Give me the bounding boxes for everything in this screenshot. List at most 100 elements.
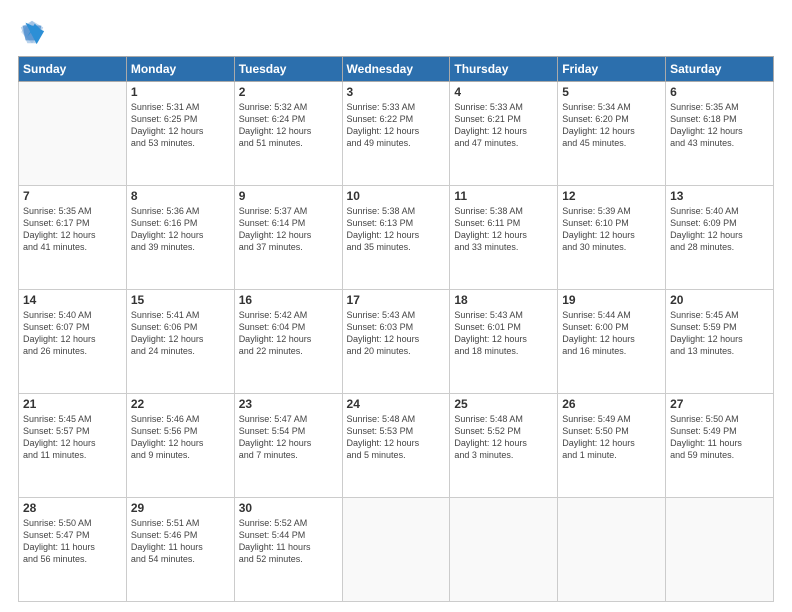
day-number: 16 bbox=[239, 293, 338, 307]
logo-icon bbox=[18, 18, 46, 46]
day-info: Sunrise: 5:40 AMSunset: 6:07 PMDaylight:… bbox=[23, 309, 122, 358]
day-number: 13 bbox=[670, 189, 769, 203]
day-number: 9 bbox=[239, 189, 338, 203]
day-number: 19 bbox=[562, 293, 661, 307]
day-number: 3 bbox=[347, 85, 446, 99]
day-number: 8 bbox=[131, 189, 230, 203]
calendar-day-cell: 21 Sunrise: 5:45 AMSunset: 5:57 PMDayligh… bbox=[19, 394, 127, 498]
day-info: Sunrise: 5:47 AMSunset: 5:54 PMDaylight:… bbox=[239, 413, 338, 462]
day-number: 29 bbox=[131, 501, 230, 515]
day-info: Sunrise: 5:33 AMSunset: 6:21 PMDaylight:… bbox=[454, 101, 553, 150]
calendar-day-cell: 28Sunrise: 5:50 AMSunset: 5:47 PMDayligh… bbox=[19, 498, 127, 602]
day-of-week-header: Monday bbox=[126, 57, 234, 82]
day-number: 1 bbox=[131, 85, 230, 99]
header bbox=[18, 18, 774, 46]
day-number: 25 bbox=[454, 397, 553, 411]
day-info: Sunrise: 5:43 AMSunset: 6:01 PMDaylight:… bbox=[454, 309, 553, 358]
day-number: 10 bbox=[347, 189, 446, 203]
day-info: Sunrise: 5:48 AMSunset: 5:53 PMDaylight:… bbox=[347, 413, 446, 462]
day-info: Sunrise: 5:39 AMSunset: 6:10 PMDaylight:… bbox=[562, 205, 661, 254]
calendar-day-cell: 15 Sunrise: 5:41 AMSunset: 6:06 PMDayligh… bbox=[126, 290, 234, 394]
day-info: Sunrise: 5:52 AMSunset: 5:44 PMDaylight:… bbox=[239, 517, 338, 566]
calendar-day-cell bbox=[19, 82, 127, 186]
day-number: 21 bbox=[23, 397, 122, 411]
day-of-week-header: Tuesday bbox=[234, 57, 342, 82]
day-number: 17 bbox=[347, 293, 446, 307]
day-number: 30 bbox=[239, 501, 338, 515]
calendar-day-cell: 20 Sunrise: 5:45 AMSunset: 5:59 PMDayligh… bbox=[666, 290, 774, 394]
calendar-day-cell: 29Sunrise: 5:51 AMSunset: 5:46 PMDayligh… bbox=[126, 498, 234, 602]
day-info: Sunrise: 5:45 AMSunset: 5:59 PMDaylight:… bbox=[670, 309, 769, 358]
day-info: Sunrise: 5:36 AMSunset: 6:16 PMDaylight:… bbox=[131, 205, 230, 254]
day-info: Sunrise: 5:48 AMSunset: 5:52 PMDaylight:… bbox=[454, 413, 553, 462]
day-of-week-header: Wednesday bbox=[342, 57, 450, 82]
day-info: Sunrise: 5:35 AMSunset: 6:17 PMDaylight:… bbox=[23, 205, 122, 254]
calendar-day-cell: 30 Sunrise: 5:52 AMSunset: 5:44 PMDayligh… bbox=[234, 498, 342, 602]
day-number: 7 bbox=[23, 189, 122, 203]
day-number: 14 bbox=[23, 293, 122, 307]
day-number: 23 bbox=[239, 397, 338, 411]
day-of-week-header: Thursday bbox=[450, 57, 558, 82]
calendar-day-cell: 3Sunrise: 5:33 AMSunset: 6:22 PMDaylight… bbox=[342, 82, 450, 186]
day-of-week-header: Saturday bbox=[666, 57, 774, 82]
calendar-table: SundayMondayTuesdayWednesdayThursdayFrid… bbox=[18, 56, 774, 602]
day-info: Sunrise: 5:44 AMSunset: 6:00 PMDaylight:… bbox=[562, 309, 661, 358]
calendar-header-row: SundayMondayTuesdayWednesdayThursdayFrid… bbox=[19, 57, 774, 82]
calendar-day-cell: 27 Sunrise: 5:50 AMSunset: 5:49 PMDayligh… bbox=[666, 394, 774, 498]
calendar-day-cell: 7 Sunrise: 5:35 AMSunset: 6:17 PMDaylight… bbox=[19, 186, 127, 290]
day-info: Sunrise: 5:50 AMSunset: 5:49 PMDaylight:… bbox=[670, 413, 769, 462]
logo bbox=[18, 18, 48, 46]
day-info: Sunrise: 5:42 AMSunset: 6:04 PMDaylight:… bbox=[239, 309, 338, 358]
day-number: 22 bbox=[131, 397, 230, 411]
day-number: 11 bbox=[454, 189, 553, 203]
calendar-day-cell: 22 Sunrise: 5:46 AMSunset: 5:56 PMDayligh… bbox=[126, 394, 234, 498]
day-number: 26 bbox=[562, 397, 661, 411]
day-info: Sunrise: 5:40 AMSunset: 6:09 PMDaylight:… bbox=[670, 205, 769, 254]
calendar-day-cell: 2 Sunrise: 5:32 AMSunset: 6:24 PMDaylight… bbox=[234, 82, 342, 186]
day-number: 15 bbox=[131, 293, 230, 307]
day-info: Sunrise: 5:37 AMSunset: 6:14 PMDaylight:… bbox=[239, 205, 338, 254]
calendar-day-cell: 10 Sunrise: 5:38 AMSunset: 6:13 PMDayligh… bbox=[342, 186, 450, 290]
calendar-day-cell: 5 Sunrise: 5:34 AMSunset: 6:20 PMDaylight… bbox=[558, 82, 666, 186]
calendar-day-cell: 24 Sunrise: 5:48 AMSunset: 5:53 PMDayligh… bbox=[342, 394, 450, 498]
calendar-day-cell: 25 Sunrise: 5:48 AMSunset: 5:52 PMDayligh… bbox=[450, 394, 558, 498]
calendar-week-row: 1 Sunrise: 5:31 AMSunset: 6:25 PMDaylight… bbox=[19, 82, 774, 186]
calendar-day-cell: 17 Sunrise: 5:43 AMSunset: 6:03 PMDayligh… bbox=[342, 290, 450, 394]
day-number: 28 bbox=[23, 501, 122, 515]
day-number: 12 bbox=[562, 189, 661, 203]
day-info: Sunrise: 5:38 AMSunset: 6:13 PMDaylight:… bbox=[347, 205, 446, 254]
day-number: 4 bbox=[454, 85, 553, 99]
day-number: 24 bbox=[347, 397, 446, 411]
calendar-day-cell: 9 Sunrise: 5:37 AMSunset: 6:14 PMDaylight… bbox=[234, 186, 342, 290]
day-info: Sunrise: 5:45 AMSunset: 5:57 PMDaylight:… bbox=[23, 413, 122, 462]
calendar-day-cell: 1 Sunrise: 5:31 AMSunset: 6:25 PMDaylight… bbox=[126, 82, 234, 186]
day-info: Sunrise: 5:46 AMSunset: 5:56 PMDaylight:… bbox=[131, 413, 230, 462]
calendar-day-cell: 11Sunrise: 5:38 AMSunset: 6:11 PMDayligh… bbox=[450, 186, 558, 290]
day-info: Sunrise: 5:43 AMSunset: 6:03 PMDaylight:… bbox=[347, 309, 446, 358]
day-of-week-header: Sunday bbox=[19, 57, 127, 82]
calendar-day-cell bbox=[342, 498, 450, 602]
day-info: Sunrise: 5:31 AMSunset: 6:25 PMDaylight:… bbox=[131, 101, 230, 150]
page: SundayMondayTuesdayWednesdayThursdayFrid… bbox=[0, 0, 792, 612]
calendar-day-cell: 26Sunrise: 5:49 AMSunset: 5:50 PMDayligh… bbox=[558, 394, 666, 498]
day-number: 18 bbox=[454, 293, 553, 307]
day-info: Sunrise: 5:32 AMSunset: 6:24 PMDaylight:… bbox=[239, 101, 338, 150]
calendar-week-row: 14 Sunrise: 5:40 AMSunset: 6:07 PMDayligh… bbox=[19, 290, 774, 394]
calendar-day-cell bbox=[558, 498, 666, 602]
calendar-week-row: 7 Sunrise: 5:35 AMSunset: 6:17 PMDaylight… bbox=[19, 186, 774, 290]
calendar-day-cell: 16 Sunrise: 5:42 AMSunset: 6:04 PMDayligh… bbox=[234, 290, 342, 394]
day-number: 2 bbox=[239, 85, 338, 99]
calendar-day-cell: 23 Sunrise: 5:47 AMSunset: 5:54 PMDayligh… bbox=[234, 394, 342, 498]
calendar-week-row: 21 Sunrise: 5:45 AMSunset: 5:57 PMDayligh… bbox=[19, 394, 774, 498]
day-number: 5 bbox=[562, 85, 661, 99]
calendar-day-cell: 13 Sunrise: 5:40 AMSunset: 6:09 PMDayligh… bbox=[666, 186, 774, 290]
day-number: 20 bbox=[670, 293, 769, 307]
day-of-week-header: Friday bbox=[558, 57, 666, 82]
calendar-day-cell: 19 Sunrise: 5:44 AMSunset: 6:00 PMDayligh… bbox=[558, 290, 666, 394]
calendar-day-cell bbox=[450, 498, 558, 602]
day-info: Sunrise: 5:41 AMSunset: 6:06 PMDaylight:… bbox=[131, 309, 230, 358]
day-number: 27 bbox=[670, 397, 769, 411]
day-info: Sunrise: 5:34 AMSunset: 6:20 PMDaylight:… bbox=[562, 101, 661, 150]
calendar-week-row: 28Sunrise: 5:50 AMSunset: 5:47 PMDayligh… bbox=[19, 498, 774, 602]
calendar-day-cell: 18 Sunrise: 5:43 AMSunset: 6:01 PMDayligh… bbox=[450, 290, 558, 394]
